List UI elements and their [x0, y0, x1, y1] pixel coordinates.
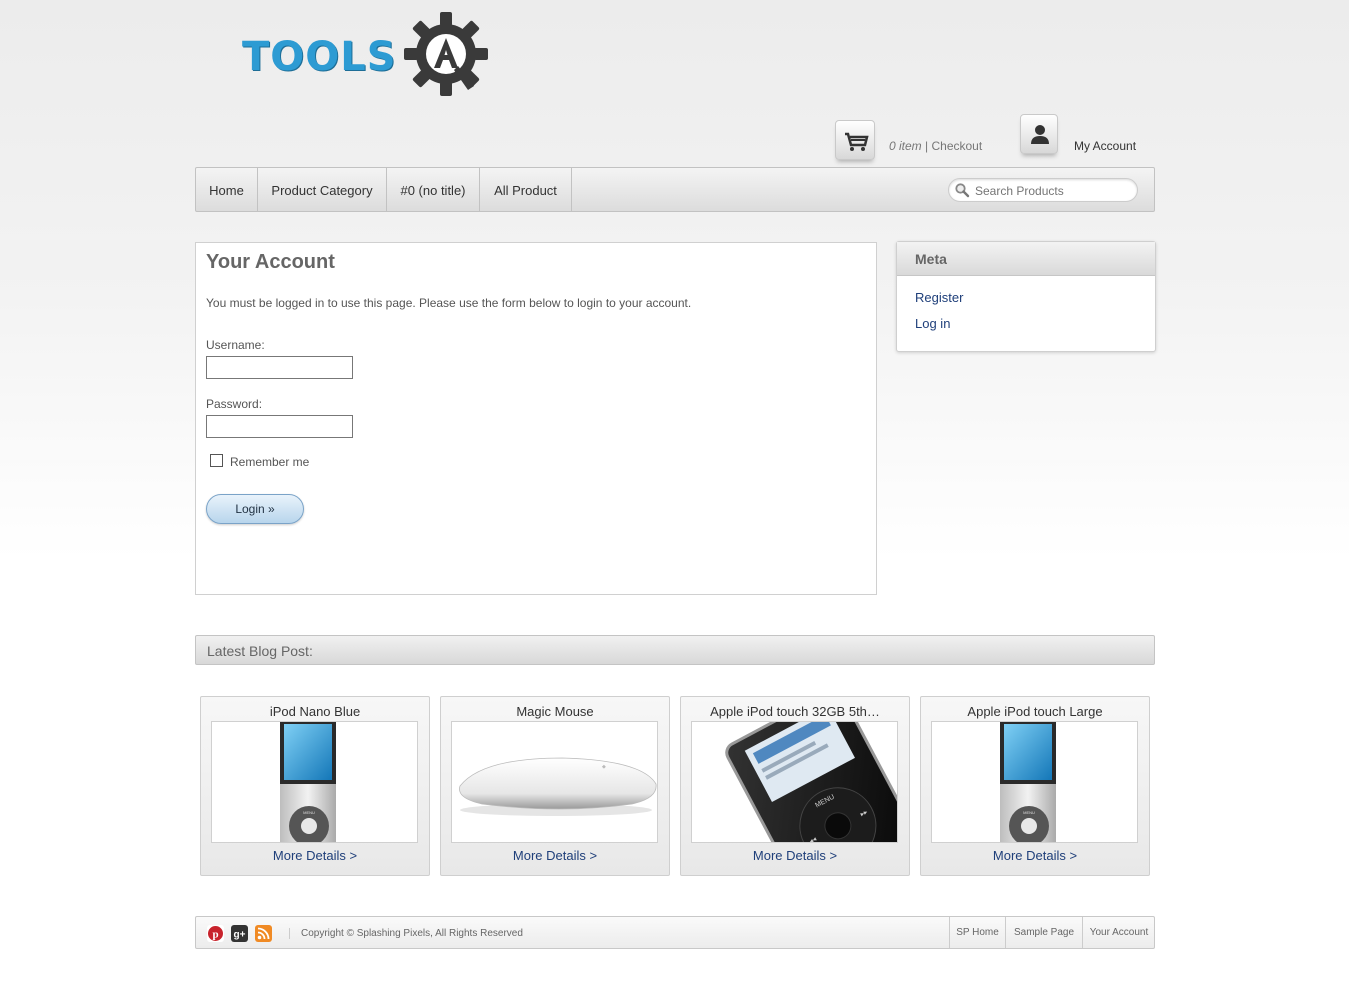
remember-me-checkbox[interactable] [210, 454, 223, 467]
product-title: Apple iPod touch Large [967, 704, 1103, 719]
username-field[interactable] [206, 356, 353, 379]
product-card: iPod Nano Blue MENU More Details > [200, 696, 430, 876]
latest-blog-header: Latest Blog Post: [195, 635, 1155, 665]
product-image-ipod-nano[interactable]: MENU [211, 721, 418, 843]
main-nav: Home Product Category #0 (no title) All … [195, 167, 1155, 212]
cart-button[interactable] [835, 120, 875, 160]
svg-text:◆: ◆ [602, 764, 606, 770]
my-account-link[interactable]: My Account [1074, 139, 1136, 153]
meta-title: Meta [897, 242, 1155, 276]
rss-icon[interactable] [255, 925, 272, 942]
ipod-classic-image: MENU ◂◂ ▸▸ [725, 722, 897, 842]
product-title: Apple iPod touch 32GB 5th… [710, 704, 880, 719]
more-details-link[interactable]: More Details > [921, 848, 1149, 863]
product-image-ipod-nano[interactable]: MENU [931, 721, 1138, 843]
magic-mouse-image: ◆ [459, 757, 657, 816]
product-image-ipod-classic[interactable]: MENU ◂◂ ▸▸ [691, 721, 898, 843]
cart-item-count: 0 item [889, 139, 922, 153]
copyright-text: Copyright © Splashing Pixels, All Rights… [289, 928, 523, 939]
page-title: Your Account [206, 251, 335, 273]
nav-item-home[interactable]: Home [196, 168, 258, 211]
svg-text:p: p [212, 929, 218, 941]
search-icon[interactable] [954, 182, 970, 198]
product-title: iPod Nano Blue [269, 704, 361, 719]
footer: p g+ Copyright © Splashing Pixels, All R… [195, 916, 1155, 949]
footer-link-sample-page[interactable]: Sample Page [1005, 917, 1082, 948]
cart-summary: 0 item | Checkout [889, 139, 982, 153]
more-details-link[interactable]: More Details > [681, 848, 909, 863]
cart-separator: | [921, 139, 932, 153]
svg-text:MENU: MENU [1023, 810, 1035, 815]
account-panel: Your Account You must be logged in to us… [195, 242, 877, 595]
meta-widget: Meta Register Log in [896, 241, 1156, 352]
footer-link-your-account[interactable]: Your Account [1082, 917, 1155, 948]
product-card: Apple iPod touch Large MENU More Details… [920, 696, 1150, 876]
pinterest-icon[interactable]: p [207, 925, 224, 942]
product-title: Magic Mouse [516, 704, 594, 719]
more-details-link[interactable]: More Details > [441, 848, 669, 863]
product-image-magic-mouse[interactable]: ◆ [451, 721, 658, 843]
search-box [948, 178, 1138, 202]
account-button[interactable] [1020, 114, 1058, 154]
nav-item-product-category[interactable]: Product Category [258, 168, 387, 211]
nav-item-no-title[interactable]: #0 (no title) [387, 168, 480, 211]
product-card: Magic Mouse ◆ More Details > [440, 696, 670, 876]
nav-item-all-product[interactable]: All Product [480, 168, 572, 211]
site-logo[interactable]: TOOLS [242, 10, 492, 100]
log-in-link[interactable]: Log in [915, 316, 950, 331]
logo-text: TOOLS [242, 34, 397, 80]
ipod-nano-image: MENU [280, 722, 336, 842]
user-icon [1031, 125, 1049, 144]
more-details-link[interactable]: More Details > [201, 848, 429, 863]
password-field[interactable] [206, 415, 353, 438]
checkout-link[interactable]: Checkout [931, 139, 982, 153]
remember-me-label: Remember me [230, 455, 310, 469]
google-plus-icon[interactable]: g+ [231, 925, 248, 942]
gear-logo-icon [404, 12, 488, 96]
product-card: Apple iPod touch 32GB 5th… MENU ◂◂ ▸▸ Mo… [680, 696, 910, 876]
username-label: Username: [206, 338, 265, 352]
footer-link-sp-home[interactable]: SP Home [949, 917, 1005, 948]
cart-icon [845, 132, 869, 151]
svg-text:g+: g+ [234, 930, 246, 941]
login-intro-text: You must be logged in to use this page. … [206, 296, 692, 310]
svg-text:MENU: MENU [303, 810, 315, 815]
register-link[interactable]: Register [915, 290, 963, 305]
password-label: Password: [206, 397, 263, 411]
ipod-nano-image: MENU [1000, 722, 1056, 842]
login-button[interactable]: Login » [206, 494, 304, 524]
search-input[interactable] [975, 182, 1130, 200]
